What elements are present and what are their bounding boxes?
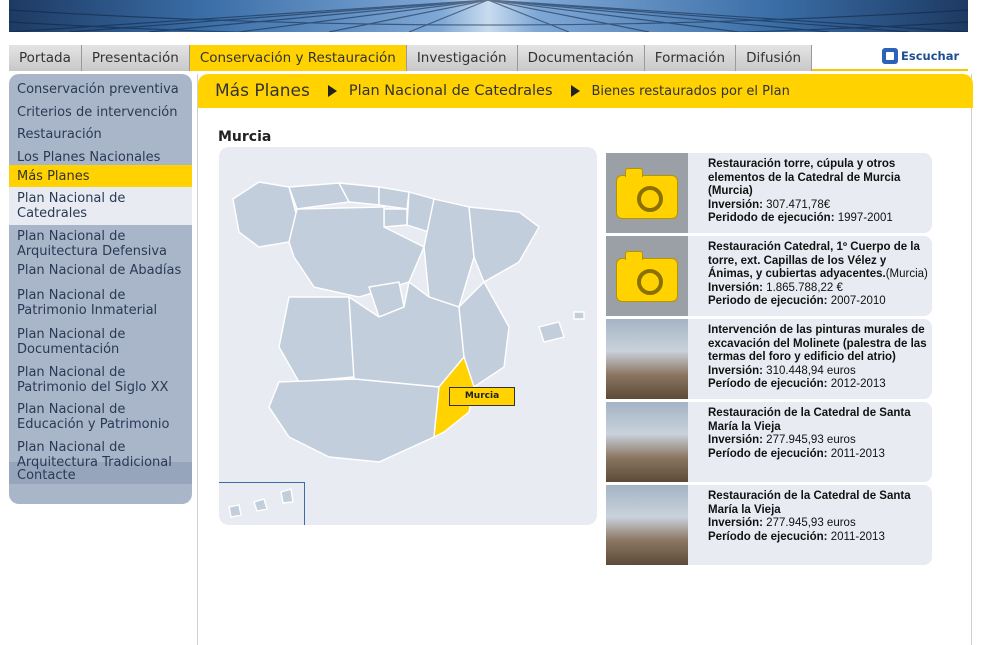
investment-label: Inversión: bbox=[708, 434, 763, 446]
region-galicia[interactable] bbox=[232, 181, 298, 248]
period-label: Periodo de ejecución: bbox=[708, 295, 828, 307]
investment-value: 277.945,93 euros bbox=[766, 517, 856, 529]
tab-conservacion-restauracion[interactable]: Conservación y Restauración bbox=[189, 45, 407, 71]
sidebar-item-plan-educacion-patrimonio[interactable]: Plan Nacional de Educación y Patrimonio bbox=[9, 398, 192, 436]
region-la-rioja[interactable] bbox=[383, 208, 408, 228]
breadcrumb-mas-planes[interactable]: Más Planes bbox=[215, 81, 310, 101]
project-card[interactable]: Restauración torre, cúpula y otros eleme… bbox=[606, 153, 932, 233]
sidebar-item-restauracion[interactable]: Restauración bbox=[9, 119, 192, 142]
region-pais-vasco[interactable] bbox=[378, 186, 410, 210]
investment-label: Inversión: bbox=[708, 281, 763, 294]
project-card[interactable]: Restauración Catedral, 1º Cuerpo de la t… bbox=[606, 236, 932, 316]
project-text: Restauración torre, cúpula y otros eleme… bbox=[708, 158, 932, 226]
investment-value: 307.471,78€ bbox=[766, 198, 831, 211]
thumbnail[interactable] bbox=[606, 153, 688, 233]
main-content: Más Planes Plan Nacional de Catedrales B… bbox=[197, 74, 973, 645]
investment-label: Inversión: bbox=[708, 364, 763, 377]
tab-investigacion[interactable]: Investigación bbox=[406, 45, 518, 71]
spain-regions-map: Murcia bbox=[219, 147, 597, 525]
sidebar-item-plan-siglo-xx[interactable]: Plan Nacional de Patrimonio del Siglo XX bbox=[9, 361, 192, 398]
project-title: Restauración de la Catedral de Santa Mar… bbox=[708, 490, 911, 516]
breadcrumb-plan-catedrales[interactable]: Plan Nacional de Catedrales bbox=[349, 83, 553, 99]
project-card[interactable]: Intervención de las pinturas murales de … bbox=[606, 319, 932, 399]
project-text: Restauración Catedral, 1º Cuerpo de la t… bbox=[708, 241, 932, 309]
camera-icon bbox=[616, 251, 678, 302]
project-text: Intervención de las pinturas murales de … bbox=[708, 324, 932, 392]
sidebar-item-plan-arquitectura-tradicional[interactable]: Plan Nacional de Arquitectura Tradiciona… bbox=[9, 436, 192, 470]
region-aragon[interactable] bbox=[423, 198, 475, 308]
region-baleares[interactable] bbox=[538, 311, 585, 343]
tab-documentacion[interactable]: Documentación bbox=[517, 45, 645, 71]
escuchar-button[interactable]: Escuchar bbox=[882, 48, 959, 64]
cathedral-photo-thumbnail[interactable] bbox=[606, 319, 688, 399]
period-value: 1997-2001 bbox=[837, 212, 893, 224]
period-label: Peridodo de ejecución: bbox=[708, 212, 835, 224]
camera-icon bbox=[616, 168, 678, 219]
sidebar-item-planes-nacionales[interactable]: Los Planes Nacionales bbox=[9, 142, 192, 165]
sidebar-item-plan-documentacion[interactable]: Plan Nacional de Documentación bbox=[9, 323, 192, 361]
breadcrumb-arrow-icon bbox=[570, 85, 580, 97]
sidebar-item-plan-abadias[interactable]: Plan Nacional de Abadías bbox=[9, 263, 192, 285]
period-value: 2011-2013 bbox=[830, 530, 885, 543]
main-navigation: Portada Presentación Conservación y Rest… bbox=[9, 45, 968, 71]
period-label: Período de ejecución: bbox=[708, 530, 828, 543]
sidebar-item-plan-catedrales[interactable]: Plan Nacional de Catedrales bbox=[9, 187, 192, 225]
project-title: Restauración de la Catedral de Santa Mar… bbox=[708, 407, 911, 433]
sidebar-item-conservacion-preventiva[interactable]: Conservación preventiva bbox=[9, 74, 192, 97]
tab-portada[interactable]: Portada bbox=[9, 45, 82, 71]
investment-value: 310.448,94 euros bbox=[766, 364, 856, 377]
period-value: 2012-2013 bbox=[830, 378, 886, 390]
investment-label: Inversión: bbox=[708, 517, 763, 529]
region-andalucia[interactable] bbox=[268, 378, 440, 463]
project-card[interactable]: Restauración de la Catedral de Santa Mar… bbox=[606, 485, 932, 565]
breadcrumb-arrow-icon bbox=[327, 85, 337, 97]
region-extremadura[interactable] bbox=[278, 296, 355, 383]
breadcrumb: Más Planes Plan Nacional de Catedrales B… bbox=[198, 74, 973, 108]
period-label: Período de ejecución: bbox=[708, 447, 828, 460]
project-list: Restauración torre, cúpula y otros eleme… bbox=[606, 153, 932, 568]
investment-value: 277.945,93 euros bbox=[766, 434, 856, 446]
region-asturias[interactable] bbox=[288, 182, 351, 210]
sidebar-item-mas-planes[interactable]: Más Planes bbox=[9, 165, 192, 187]
cathedral-photo-thumbnail[interactable] bbox=[606, 402, 688, 482]
thumbnail[interactable] bbox=[606, 236, 688, 316]
tab-difusion[interactable]: Difusión bbox=[736, 45, 813, 71]
breadcrumb-bienes-restaurados: Bienes restaurados por el Plan bbox=[591, 83, 790, 99]
sidebar-item-plan-arquitectura-defensiva[interactable]: Plan Nacional de Arquitectura Defensiva bbox=[9, 225, 192, 263]
project-title: Restauración torre, cúpula y otros eleme… bbox=[708, 158, 901, 197]
period-value: 2011-2013 bbox=[830, 447, 885, 460]
map-region-label: Murcia bbox=[449, 387, 515, 406]
tab-formacion[interactable]: Formación bbox=[644, 45, 737, 71]
sidebar-item-criterios-intervencion[interactable]: Criterios de intervención bbox=[9, 97, 192, 120]
project-card[interactable]: Restauración de la Catedral de Santa Mar… bbox=[606, 402, 932, 482]
page-title: Murcia bbox=[218, 129, 272, 145]
spain-map-svg bbox=[228, 181, 585, 518]
sidebar-menu: Conservación preventiva Criterios de int… bbox=[9, 74, 192, 504]
header-banner-image bbox=[9, 0, 968, 32]
project-text: Restauración de la Catedral de Santa Mar… bbox=[708, 490, 932, 544]
period-value: 2007-2010 bbox=[830, 295, 886, 307]
speaker-icon bbox=[882, 48, 898, 64]
region-cataluna[interactable] bbox=[468, 206, 540, 284]
page: Portada Presentación Conservación y Rest… bbox=[0, 0, 995, 645]
investment-label: Inversión: bbox=[708, 198, 763, 211]
project-title: Intervención de las pinturas murales de … bbox=[708, 324, 927, 363]
period-label: Período de ejecución: bbox=[708, 378, 828, 390]
sidebar-item-plan-patrimonio-inmaterial[interactable]: Plan Nacional de Patrimonio Inmaterial bbox=[9, 285, 192, 323]
cathedral-photo-thumbnail[interactable] bbox=[606, 485, 688, 565]
project-title-suffix: (Murcia) bbox=[885, 268, 928, 280]
project-text: Restauración de la Catedral de Santa Mar… bbox=[708, 407, 932, 461]
escuchar-label: Escuchar bbox=[901, 49, 960, 63]
investment-value: 1.865.788,22 € bbox=[766, 281, 843, 294]
canary-islands-inset bbox=[219, 482, 305, 525]
tab-presentacion[interactable]: Presentación bbox=[81, 45, 190, 71]
